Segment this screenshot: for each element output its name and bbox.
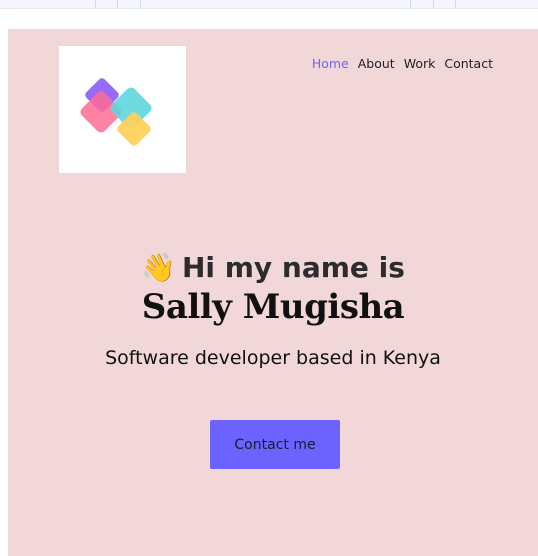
portfolio-page: Home About Work Contact 👋 Hi my name is S…: [8, 29, 538, 556]
chrome-divider: [455, 0, 456, 8]
waving-hand-icon: 👋: [141, 251, 176, 284]
nav-work-link[interactable]: Work: [404, 56, 436, 71]
nav-about-link[interactable]: About: [358, 56, 395, 71]
chrome-divider: [433, 0, 434, 8]
hero-name: Sally Mugisha: [141, 287, 405, 327]
nav-home-link[interactable]: Home: [312, 56, 349, 71]
greeting-text: Hi my name is: [181, 251, 405, 284]
chrome-divider: [410, 0, 411, 8]
hero-tagline: Software developer based in Kenya: [105, 347, 441, 369]
chrome-divider: [95, 0, 96, 8]
colorful-diamond-logo-icon: [80, 78, 152, 146]
browser-top-strip: [0, 0, 538, 9]
nav-contact-link[interactable]: Contact: [444, 56, 493, 71]
contact-me-button[interactable]: Contact me: [210, 420, 340, 469]
chrome-divider: [140, 0, 141, 8]
hero-greeting: 👋 Hi my name is: [8, 251, 538, 284]
site-logo[interactable]: [59, 46, 186, 173]
chrome-divider: [117, 0, 118, 8]
main-nav: Home About Work Contact: [312, 56, 493, 71]
